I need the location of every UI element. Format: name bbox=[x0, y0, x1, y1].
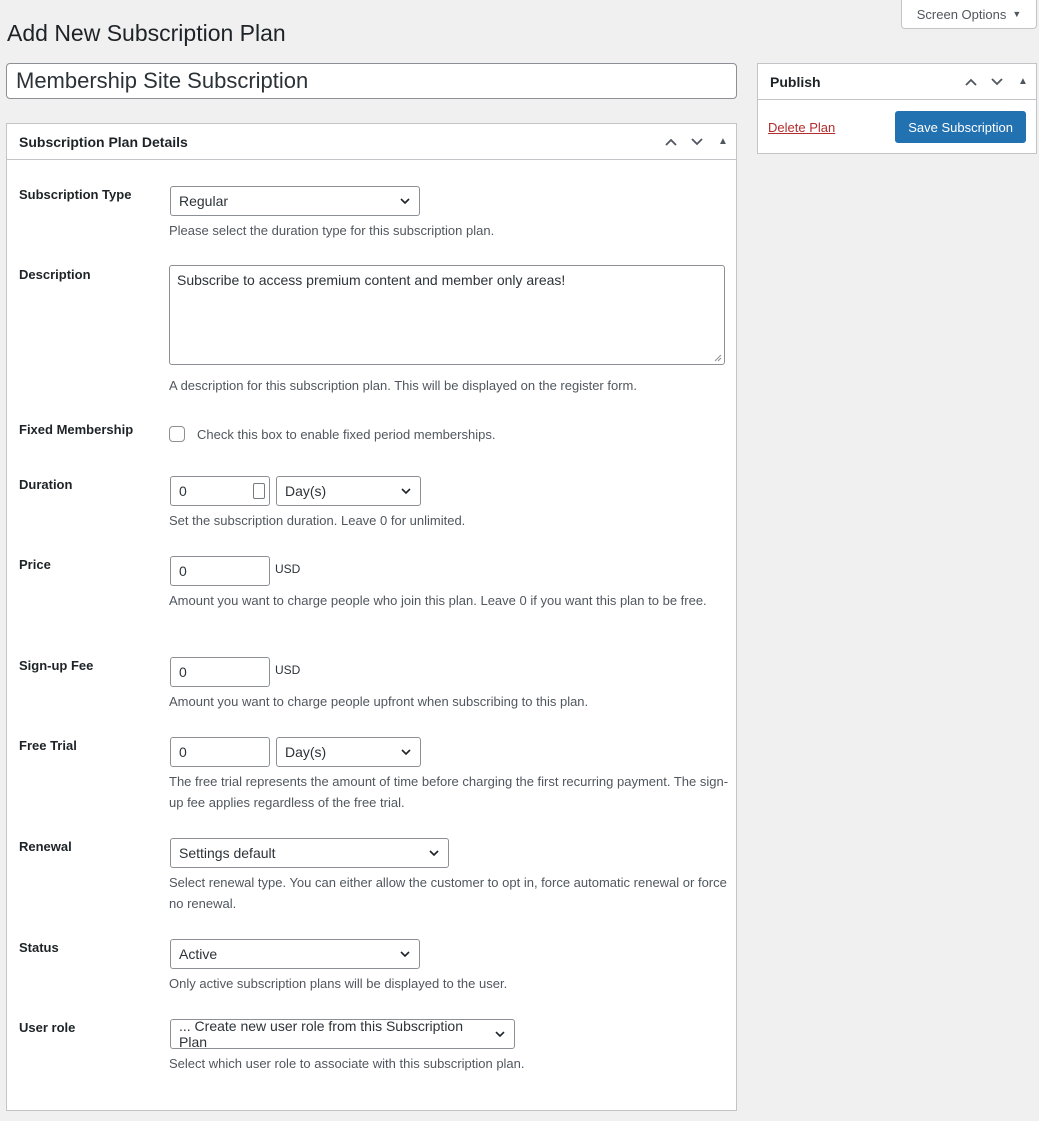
triangle-up-icon: ▲ bbox=[718, 136, 728, 147]
renewal-value: Settings default bbox=[179, 845, 276, 861]
toggle-panel-button[interactable]: ▲ bbox=[1010, 64, 1036, 100]
free-trial-input[interactable]: 0 bbox=[170, 737, 270, 767]
page-title: Add New Subscription Plan bbox=[7, 20, 286, 46]
duration-value: 0 bbox=[179, 483, 187, 499]
description-label: Description bbox=[19, 267, 91, 282]
user-role-value: ... Create new user role from this Subsc… bbox=[179, 1018, 464, 1050]
save-subscription-button[interactable]: Save Subscription bbox=[895, 111, 1026, 143]
chevron-down-icon bbox=[991, 77, 1003, 85]
free-trial-label: Free Trial bbox=[19, 738, 77, 753]
signup-fee-input[interactable]: 0 bbox=[170, 657, 270, 687]
price-input[interactable]: 0 bbox=[170, 556, 270, 586]
user-role-help: Select which user role to associate with… bbox=[169, 1056, 525, 1071]
status-value: Active bbox=[179, 946, 218, 962]
status-label: Status bbox=[19, 940, 59, 955]
details-box-handles: ▲ bbox=[658, 124, 736, 159]
chevron-down-icon bbox=[400, 198, 410, 205]
toggle-panel-button[interactable]: ▲ bbox=[710, 124, 736, 160]
publish-actions: Delete Plan Save Subscription bbox=[758, 100, 1036, 154]
subscription-type-help: Please select the duration type for this… bbox=[169, 223, 495, 238]
resize-grip-icon[interactable] bbox=[714, 354, 722, 362]
screen-options-button[interactable]: Screen Options ▼ bbox=[901, 0, 1037, 29]
details-box-title: Subscription Plan Details bbox=[19, 133, 188, 150]
chevron-up-icon bbox=[665, 138, 677, 146]
delete-plan-link[interactable]: Delete Plan bbox=[768, 120, 835, 135]
duration-label: Duration bbox=[19, 477, 73, 492]
plan-title-value: Membership Site Subscription bbox=[16, 68, 309, 93]
price-currency: USD bbox=[275, 562, 301, 576]
screen-options-label: Screen Options bbox=[916, 6, 1007, 22]
duration-input[interactable]: 0 bbox=[170, 476, 270, 506]
publish-box-title: Publish bbox=[770, 73, 821, 90]
chevron-down-icon bbox=[691, 137, 703, 145]
publish-box: Publish ▲ Delete Plan Save Subscription bbox=[757, 63, 1037, 154]
fixed-membership-label: Fixed Membership bbox=[19, 422, 134, 437]
move-down-button[interactable] bbox=[684, 124, 710, 160]
description-value: Subscribe to access premium content and … bbox=[177, 272, 566, 288]
price-label: Price bbox=[19, 557, 51, 572]
chevron-down-icon bbox=[401, 749, 411, 756]
description-textarea[interactable]: Subscribe to access premium content and … bbox=[169, 265, 725, 365]
price-value: 0 bbox=[179, 563, 187, 579]
move-down-button[interactable] bbox=[984, 64, 1010, 100]
duration-unit-select[interactable]: Day(s) bbox=[276, 476, 421, 506]
free-trial-value: 0 bbox=[179, 744, 187, 760]
status-help: Only active subscription plans will be d… bbox=[169, 976, 508, 991]
user-role-select[interactable]: ... Create new user role from this Subsc… bbox=[170, 1018, 515, 1050]
plan-title-input[interactable]: Membership Site Subscription bbox=[6, 63, 737, 99]
description-help: A description for this subscription plan… bbox=[169, 378, 637, 393]
price-help: Amount you want to charge people who joi… bbox=[169, 593, 707, 608]
chevron-down-icon bbox=[401, 488, 411, 495]
chevron-down-icon bbox=[429, 850, 439, 857]
fixed-membership-checkbox[interactable] bbox=[169, 426, 185, 442]
triangle-up-icon: ▲ bbox=[1018, 76, 1028, 87]
caret-down-icon: ▼ bbox=[1012, 9, 1022, 19]
subscription-type-select[interactable]: Regular bbox=[170, 186, 420, 216]
move-up-button[interactable] bbox=[658, 124, 684, 160]
chevron-up-icon bbox=[965, 78, 977, 86]
move-up-button[interactable] bbox=[958, 64, 984, 100]
subscription-type-label: Subscription Type bbox=[19, 187, 132, 202]
subscription-type-value: Regular bbox=[179, 193, 229, 209]
free-trial-help: The free trial represents the amount of … bbox=[169, 774, 729, 810]
free-trial-unit-value: Day(s) bbox=[285, 744, 327, 760]
free-trial-unit-select[interactable]: Day(s) bbox=[276, 737, 421, 767]
status-select[interactable]: Active bbox=[170, 939, 420, 969]
number-spinner-icon[interactable] bbox=[253, 483, 265, 499]
details-box-header: Subscription Plan Details ▲ bbox=[7, 124, 736, 160]
signup-fee-help: Amount you want to charge people upfront… bbox=[169, 694, 589, 709]
signup-fee-value: 0 bbox=[179, 664, 187, 680]
subscription-plan-details-box: Subscription Plan Details ▲ Subscription… bbox=[6, 123, 737, 1111]
publish-box-handles: ▲ bbox=[958, 64, 1036, 99]
signup-fee-label: Sign-up Fee bbox=[19, 658, 94, 673]
duration-help: Set the subscription duration. Leave 0 f… bbox=[169, 513, 466, 528]
chevron-down-icon bbox=[400, 951, 410, 958]
user-role-label: User role bbox=[19, 1020, 76, 1035]
publish-box-header: Publish ▲ bbox=[758, 64, 1036, 100]
duration-unit-value: Day(s) bbox=[285, 483, 327, 499]
renewal-select[interactable]: Settings default bbox=[170, 838, 449, 868]
chevron-down-icon bbox=[495, 1031, 505, 1038]
fixed-membership-checkbox-label: Check this box to enable fixed period me… bbox=[197, 427, 496, 442]
renewal-label: Renewal bbox=[19, 839, 72, 854]
signup-fee-currency: USD bbox=[275, 663, 301, 677]
renewal-help: Select renewal type. You can either allo… bbox=[169, 875, 727, 911]
